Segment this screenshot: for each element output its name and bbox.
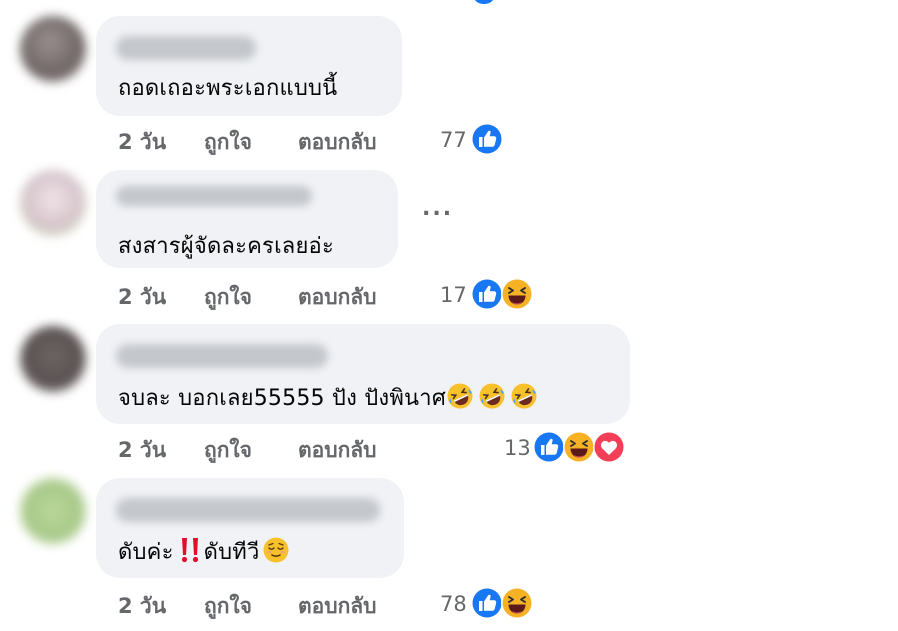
haha-icon <box>500 277 534 311</box>
like-button[interactable]: ถูกใจ <box>204 590 252 623</box>
comment-text-content: จบละ บอกเลย55555 ปัง ปังพินาศ <box>118 386 446 411</box>
reply-button[interactable]: ตอบกลับ <box>298 281 377 314</box>
avatar[interactable] <box>20 478 86 544</box>
comment-text-part: ดับทีวี <box>203 540 260 565</box>
avatar[interactable] <box>20 326 86 392</box>
like-icon <box>470 277 504 311</box>
like-button[interactable]: ถูกใจ <box>204 281 252 314</box>
haha-icon <box>500 586 534 620</box>
reaction-summary[interactable] <box>470 122 504 156</box>
like-icon <box>470 122 504 156</box>
love-icon <box>592 430 626 464</box>
reaction-icon-partial <box>474 0 494 4</box>
like-icon <box>470 586 504 620</box>
avatar[interactable] <box>20 170 86 236</box>
comment-text: จบละ บอกเลย55555 ปัง ปังพินาศ <box>118 380 538 415</box>
timestamp[interactable]: 2 วัน <box>118 281 166 314</box>
reply-button[interactable]: ตอบกลับ <box>298 434 377 467</box>
reaction-count[interactable]: 13 <box>504 436 531 460</box>
author-name-blurred[interactable] <box>116 36 256 60</box>
reply-button[interactable]: ตอบกลับ <box>298 590 377 623</box>
comment-text: ดับค่ะ ดับทีวี <box>118 534 290 569</box>
haha-icon <box>562 430 596 464</box>
timestamp[interactable]: 2 วัน <box>118 590 166 623</box>
timestamp[interactable]: 2 วัน <box>118 434 166 467</box>
comment-bubble: จบละ บอกเลย55555 ปัง ปังพินาศ <box>96 324 630 424</box>
comment-text: ถอดเถอะพระเอกแบบนี้ <box>118 76 338 101</box>
like-button[interactable]: ถูกใจ <box>204 126 252 159</box>
rofl-emoji-icon <box>446 382 474 410</box>
author-name-blurred[interactable] <box>116 344 328 368</box>
reaction-summary[interactable] <box>470 277 534 311</box>
comment-bubble: ดับค่ะ ดับทีวี <box>96 478 404 578</box>
reaction-summary[interactable] <box>532 430 626 464</box>
avatar[interactable] <box>20 16 86 82</box>
comment-bubble: สงสารผู้จัดละครเลยอ่ะ <box>96 170 398 268</box>
author-name-blurred[interactable] <box>116 186 312 206</box>
rofl-emoji-icon <box>510 382 538 410</box>
rofl-emoji-icon <box>478 382 506 410</box>
like-button[interactable]: ถูกใจ <box>204 434 252 467</box>
reaction-count[interactable]: 77 <box>440 128 467 152</box>
reaction-count[interactable]: 78 <box>440 592 467 616</box>
comment-text: สงสารผู้จัดละครเลยอ่ะ <box>118 234 334 259</box>
reaction-count[interactable]: 17 <box>440 283 467 307</box>
timestamp[interactable]: 2 วัน <box>118 126 166 159</box>
double-exclamation-emoji-icon <box>176 536 204 564</box>
reaction-summary[interactable] <box>470 586 534 620</box>
more-options-button[interactable]: ... <box>422 196 453 221</box>
author-name-blurred[interactable] <box>116 498 380 522</box>
comment-bubble: ถอดเถอะพระเอกแบบนี้ <box>96 16 402 116</box>
relieved-face-emoji-icon <box>262 536 290 564</box>
reply-button[interactable]: ตอบกลับ <box>298 126 377 159</box>
like-icon <box>532 430 566 464</box>
comment-text-part: ดับค่ะ <box>118 540 174 565</box>
